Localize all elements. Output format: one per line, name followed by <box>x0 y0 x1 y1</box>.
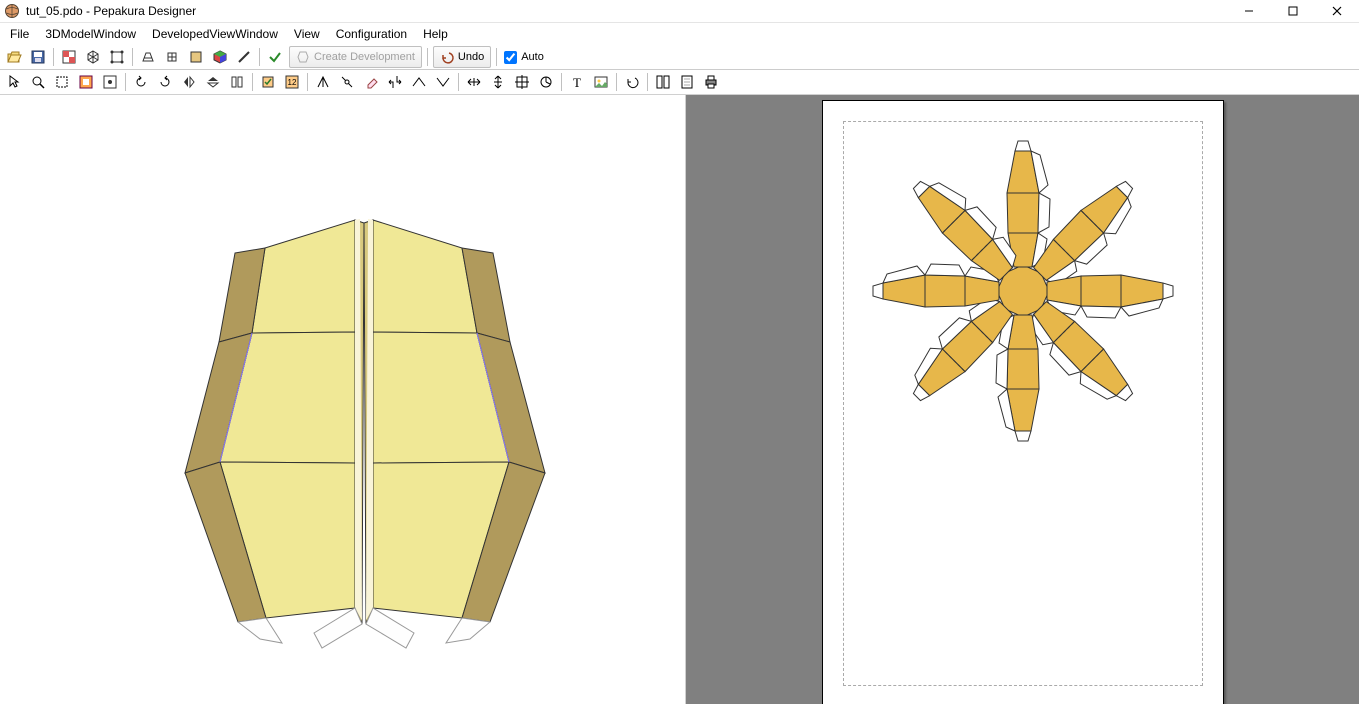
auto-checkbox[interactable]: Auto <box>504 51 544 64</box>
flatshade-icon[interactable] <box>185 46 207 68</box>
workspace <box>0 95 1359 704</box>
menu-developedviewwindow[interactable]: DevelopedViewWindow <box>144 25 286 43</box>
snap-icon[interactable] <box>99 71 121 93</box>
svg-text:T: T <box>573 75 581 90</box>
move-h-icon[interactable] <box>463 71 485 93</box>
check-overlap-icon[interactable] <box>257 71 279 93</box>
auto-checkbox-input[interactable] <box>504 51 517 64</box>
scale-icon[interactable] <box>384 71 406 93</box>
flip-vertical-icon[interactable] <box>202 71 224 93</box>
svg-text:12: 12 <box>288 78 297 87</box>
paper-page <box>822 100 1224 704</box>
transform-icon[interactable] <box>106 46 128 68</box>
rotate-right-icon[interactable] <box>154 71 176 93</box>
toolbar-secondary: 12 T <box>0 70 1359 95</box>
menu-3dmodelwindow[interactable]: 3DModelWindow <box>37 25 144 43</box>
2d-viewport[interactable] <box>686 95 1359 704</box>
erase-icon[interactable] <box>360 71 382 93</box>
print-icon[interactable] <box>700 71 722 93</box>
zoom-icon[interactable] <box>27 71 49 93</box>
save-icon[interactable] <box>27 46 49 68</box>
join-disjoin-icon[interactable] <box>226 71 248 93</box>
rotate-left-icon[interactable] <box>130 71 152 93</box>
undo-label: Undo <box>458 51 484 63</box>
select-rect-icon[interactable] <box>51 71 73 93</box>
texture-icon[interactable] <box>58 46 80 68</box>
maximize-button[interactable] <box>1271 0 1315 22</box>
perspective-icon[interactable] <box>137 46 159 68</box>
edge-angle-icon[interactable] <box>312 71 334 93</box>
move-v-icon[interactable] <box>487 71 509 93</box>
create-development-label: Create Development <box>314 51 415 63</box>
menu-configuration[interactable]: Configuration <box>328 25 415 43</box>
divide-edge-icon[interactable] <box>336 71 358 93</box>
app-icon <box>4 3 20 19</box>
title-bar: tut_05.pdo - Pepakura Designer <box>0 0 1359 23</box>
image-icon[interactable] <box>590 71 612 93</box>
color-cube-icon[interactable] <box>209 46 231 68</box>
undo-icon[interactable] <box>621 71 643 93</box>
selection-tool-icon[interactable] <box>75 71 97 93</box>
undo-button[interactable]: Undo <box>433 46 491 68</box>
auto-label: Auto <box>521 51 544 63</box>
menu-view[interactable]: View <box>286 25 328 43</box>
menu-bar: File 3DModelWindow DevelopedViewWindow V… <box>0 23 1359 45</box>
text-icon[interactable]: T <box>566 71 588 93</box>
menu-file[interactable]: File <box>2 25 37 43</box>
valley-fold-icon[interactable] <box>432 71 454 93</box>
paper-margin <box>843 121 1203 686</box>
rotate-angle-icon[interactable] <box>535 71 557 93</box>
layout-icon[interactable] <box>652 71 674 93</box>
mountain-fold-icon[interactable] <box>408 71 430 93</box>
3d-viewport[interactable] <box>0 95 686 704</box>
menu-help[interactable]: Help <box>415 25 456 43</box>
renumber-icon[interactable]: 12 <box>281 71 303 93</box>
minimize-button[interactable] <box>1227 0 1271 22</box>
flip-horizontal-icon[interactable] <box>178 71 200 93</box>
close-button[interactable] <box>1315 0 1359 22</box>
ortho-icon[interactable] <box>161 46 183 68</box>
window-title: tut_05.pdo - Pepakura Designer <box>26 4 196 18</box>
toolbar-main: Create Development Undo Auto <box>0 45 1359 70</box>
wireframe-icon[interactable] <box>82 46 104 68</box>
pointer-icon[interactable] <box>3 71 25 93</box>
apply-icon[interactable] <box>264 46 286 68</box>
center-icon[interactable] <box>511 71 533 93</box>
page-setup-icon[interactable] <box>676 71 698 93</box>
edge-icon[interactable] <box>233 46 255 68</box>
create-development-button[interactable]: Create Development <box>289 46 422 68</box>
open-icon[interactable] <box>3 46 25 68</box>
